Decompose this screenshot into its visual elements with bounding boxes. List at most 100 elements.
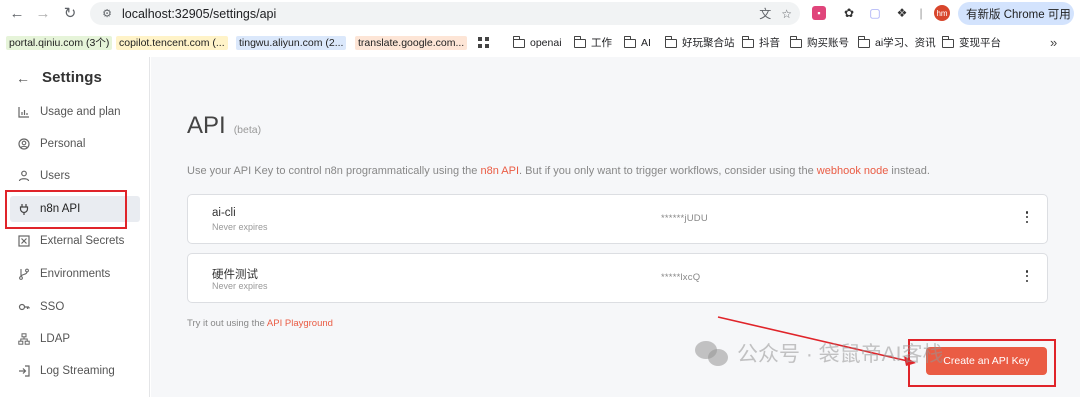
user-circle-icon [18, 138, 30, 150]
chrome-update-label: 有新版 Chrome 可用 [966, 8, 1071, 21]
bookmark-folder-label: ai学习、资讯 [875, 37, 936, 49]
bookmark-folder-label: 工作 [591, 37, 612, 49]
sidebar-title: Settings [42, 69, 102, 86]
create-api-key-button[interactable]: Create an API Key [926, 347, 1047, 375]
sign-in-icon [18, 365, 30, 377]
sidebar-item-external-secrets[interactable]: External Secrets [10, 228, 140, 254]
bar-chart-icon [18, 106, 30, 118]
description-text: . But if you only want to trigger workfl… [519, 165, 817, 177]
bookmark-star-icon[interactable]: ☆ [781, 7, 792, 21]
puzzle-icon[interactable]: ❖ [893, 4, 911, 22]
sidebar-item-label: SSO [40, 301, 65, 313]
sidebar-item-label: Usage and plan [40, 106, 121, 118]
n8n-api-link[interactable]: n8n API [480, 165, 519, 177]
sidebar-item-n8n-api[interactable]: n8n API [10, 196, 140, 222]
address-bar[interactable]: ⚙ localhost:32905/settings/api 文 ☆ [90, 2, 800, 25]
api-key-masked: ******jUDU [661, 213, 708, 224]
bookmark-group-tingwu[interactable]: tingwu.aliyun.com (2... [236, 36, 347, 50]
folder-icon [741, 36, 754, 48]
bookmark-folder-label: openai [530, 37, 562, 49]
bookmark-folder[interactable]: 变现平台 [941, 36, 1001, 50]
api-key-name: ai-cli [212, 207, 236, 219]
folder-icon [857, 36, 870, 48]
address-bar-url: localhost:32905/settings/api [122, 6, 277, 21]
settings-sidebar: ← Settings Usage and plan Personal Users [0, 57, 150, 397]
folder-icon [664, 36, 677, 48]
translate-icon[interactable]: 文 [759, 5, 771, 22]
bookmark-folder[interactable]: 好玩聚合站 [664, 36, 735, 50]
user-icon [18, 170, 30, 182]
api-playground-link[interactable]: API Playground [267, 318, 333, 329]
forward-arrow-icon[interactable]: → [32, 2, 54, 24]
api-description: Use your API Key to control n8n programm… [187, 165, 930, 177]
webhook-node-link[interactable]: webhook node [817, 165, 889, 177]
key-icon [18, 301, 30, 313]
bookmark-folder[interactable]: 工作 [573, 36, 612, 50]
more-options-icon[interactable] [1025, 268, 1029, 284]
chrome-update-button[interactable]: 有新版 Chrome 可用 [958, 2, 1074, 25]
bookmark-folder[interactable]: ai学习、资讯 [857, 36, 936, 50]
bookmark-folder-label: 好玩聚合站 [682, 37, 735, 49]
sidebar-item-users[interactable]: Users [10, 163, 140, 189]
description-text: instead. [888, 165, 930, 177]
folder-icon [941, 36, 954, 48]
folder-icon [573, 36, 586, 48]
extension-window-icon[interactable]: ▢ [866, 4, 884, 22]
playground-text: Try it out using the [187, 318, 267, 329]
profile-avatar[interactable]: hm [934, 5, 950, 21]
folder-icon [623, 36, 636, 48]
playground-hint: Try it out using the API Playground [187, 318, 333, 329]
plug-icon [18, 203, 30, 215]
main-content: API (beta) Use your API Key to control n… [151, 57, 1080, 397]
sidebar-item-label: Log Streaming [40, 365, 115, 377]
page-heading: API (beta) [187, 112, 261, 140]
sidebar-item-label: Personal [40, 138, 86, 150]
folder-icon [512, 36, 525, 48]
bookmark-group-copilot[interactable]: copilot.tencent.com (... [116, 36, 228, 50]
square-x-icon [18, 235, 30, 247]
description-text: Use your API Key to control n8n programm… [187, 165, 481, 177]
network-icon [18, 333, 30, 345]
api-key-expiry: Never expires [212, 222, 268, 232]
more-options-icon[interactable] [1025, 209, 1029, 225]
bookmark-group-translate[interactable]: translate.google.com... [355, 36, 468, 50]
api-key-name: 硬件测试 [212, 269, 258, 281]
page-title: API [187, 112, 226, 139]
app-container: ← Settings Usage and plan Personal Users [0, 57, 1080, 397]
bookmark-group-qiniu[interactable]: portal.qiniu.com (3个) [6, 36, 113, 50]
api-key-card: 硬件测试 Never expires *****lxcQ [187, 253, 1048, 303]
reload-icon[interactable]: ↻ [59, 2, 81, 24]
sidebar-header: ← Settings [16, 69, 102, 86]
bookmark-folder-label: 购买账号 [807, 37, 849, 49]
sidebar-item-label: Users [40, 170, 71, 182]
api-key-expiry: Never expires [212, 281, 268, 291]
api-key-card: ai-cli Never expires ******jUDU [187, 194, 1048, 244]
arrow-left-icon[interactable]: ← [16, 70, 30, 86]
sidebar-item-environments[interactable]: Environments [10, 261, 140, 287]
site-info-icon[interactable]: ⚙ [100, 7, 114, 21]
more-bookmarks-icon[interactable]: » [1050, 35, 1057, 50]
sidebar-item-ldap[interactable]: LDAP [10, 326, 140, 352]
extension-icon[interactable]: ▪ [812, 6, 826, 20]
sidebar-item-sso[interactable]: SSO [10, 294, 140, 320]
folder-icon [789, 36, 802, 48]
sidebar-item-log-streaming[interactable]: Log Streaming [10, 358, 140, 384]
bookmark-folder[interactable]: AI [623, 36, 651, 50]
apps-grid-icon[interactable] [478, 37, 489, 48]
bookmark-folder[interactable]: 购买账号 [789, 36, 849, 50]
beta-tag: (beta) [233, 124, 262, 136]
api-key-masked: *****lxcQ [661, 272, 701, 283]
openai-extension-icon[interactable]: ✿ [840, 4, 858, 22]
sidebar-item-label: LDAP [40, 333, 71, 345]
back-arrow-icon[interactable]: ← [6, 2, 28, 24]
divider-icon: | [919, 6, 923, 20]
sidebar-item-label: n8n API [40, 203, 81, 215]
bookmark-folder-label: AI [641, 37, 651, 49]
browser-toolbar: ← → ↻ ⚙ localhost:32905/settings/api 文 ☆… [0, 0, 1080, 27]
sidebar-item-usage[interactable]: Usage and plan [10, 99, 140, 125]
bookmark-folder[interactable]: openai [512, 36, 562, 50]
bookmark-folder-label: 变现平台 [959, 37, 1001, 49]
bookmark-folder[interactable]: 抖音 [741, 36, 780, 50]
sidebar-item-label: Environments [40, 268, 111, 280]
sidebar-item-personal[interactable]: Personal [10, 131, 140, 157]
